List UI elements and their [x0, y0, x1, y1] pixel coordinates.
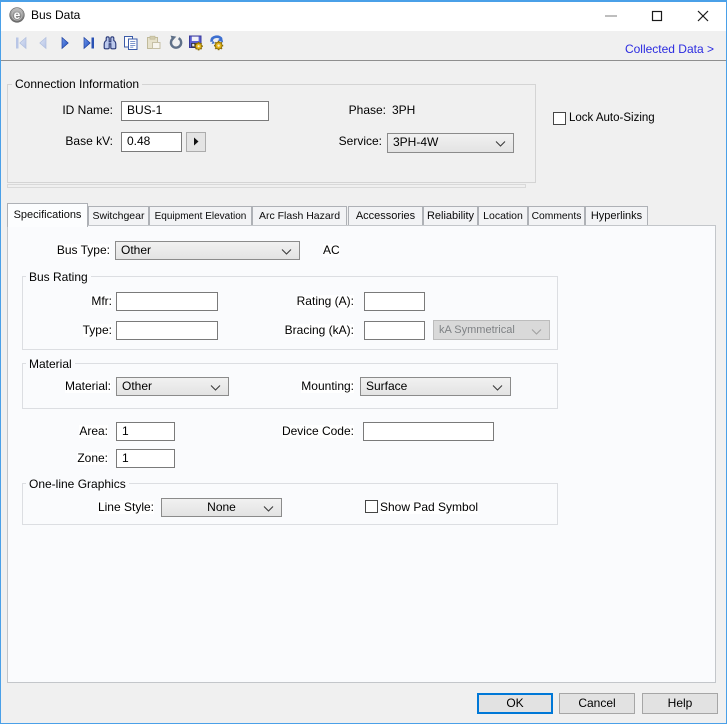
svg-text:e: e — [14, 8, 21, 22]
